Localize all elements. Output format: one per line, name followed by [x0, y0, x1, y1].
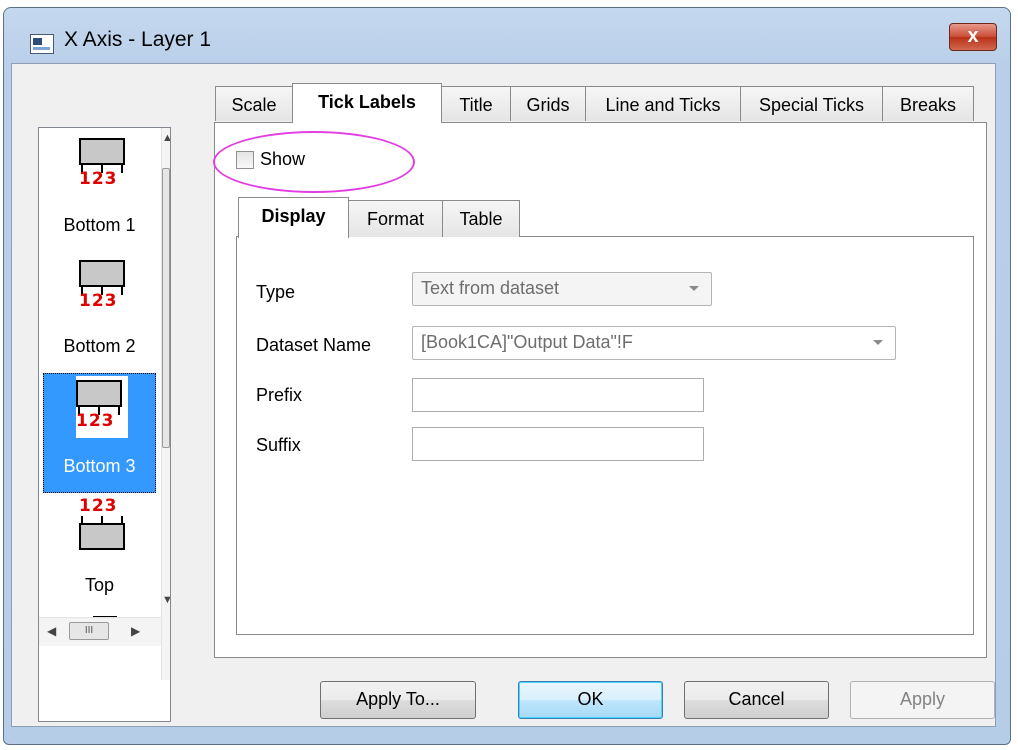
type-label: Type: [256, 282, 296, 302]
tab-title[interactable]: Title: [441, 86, 511, 121]
tab-line-and-ticks[interactable]: Line and Ticks: [585, 86, 741, 121]
dataset-name-label: Dataset Name: [256, 335, 372, 355]
axis-bottom-icon: 123: [79, 134, 131, 196]
window-title: X Axis - Layer 1: [64, 28, 212, 51]
cancel-button[interactable]: Cancel: [684, 681, 829, 719]
tab-special-ticks[interactable]: Special Ticks: [740, 86, 883, 121]
close-button[interactable]: x: [949, 23, 997, 51]
suffix-label: Suffix: [256, 435, 301, 455]
tab-grids[interactable]: Grids: [510, 86, 586, 121]
apply-to-button[interactable]: Apply To...: [320, 681, 476, 719]
tick-numbers: 123: [79, 169, 118, 189]
scroll-down-icon[interactable]: ▼: [162, 594, 170, 610]
type-value: Text from dataset: [421, 278, 560, 298]
subtab-table[interactable]: Table: [442, 200, 520, 237]
list-item-label: Bottom 2: [63, 336, 136, 356]
app-icon: [30, 34, 54, 54]
tick-numbers: 123: [79, 291, 118, 311]
axis-list[interactable]: 123 Bottom 1 123 Bottom 2 123 Bottom 3 1…: [38, 127, 171, 722]
prefix-label: Prefix: [256, 385, 303, 405]
horizontal-scroll-thumb[interactable]: III: [69, 622, 109, 640]
chevron-down-icon: [689, 286, 699, 291]
tab-scale[interactable]: Scale: [215, 86, 293, 121]
suffix-input[interactable]: [412, 427, 704, 461]
tick-numbers: 123: [79, 496, 118, 516]
list-item-label: Bottom 3: [63, 456, 136, 476]
show-checkbox-row[interactable]: Show: [236, 149, 305, 170]
prefix-input[interactable]: [412, 378, 704, 412]
list-item-label: Bottom 1: [63, 215, 136, 235]
subtab-format[interactable]: Format: [348, 200, 443, 237]
list-item-bottom-3[interactable]: 123 Bottom 3: [43, 373, 156, 493]
scroll-up-icon[interactable]: ▲: [162, 132, 170, 148]
axis-top-icon: 123: [79, 496, 131, 558]
subtab-display[interactable]: Display: [238, 197, 349, 238]
tab-breaks[interactable]: Breaks: [882, 86, 974, 121]
axis-bottom-icon: 123: [79, 256, 131, 318]
list-item-bottom-2[interactable]: 123 Bottom 2: [43, 248, 156, 368]
type-dropdown[interactable]: Text from dataset: [412, 272, 712, 306]
vertical-scrollbar[interactable]: ▲ ▼: [161, 128, 170, 680]
tab-tick-labels[interactable]: Tick Labels: [292, 83, 442, 123]
dataset-name-dropdown[interactable]: [Book1CA]"Output Data"!F: [412, 326, 896, 360]
list-item-top[interactable]: 123 Top: [43, 494, 156, 614]
show-label: Show: [260, 149, 306, 169]
tick-numbers: 123: [76, 411, 115, 431]
apply-button[interactable]: Apply: [850, 681, 995, 719]
list-item-label: Top: [84, 575, 115, 595]
dataset-name-value: [Book1CA]"Output Data"!F: [421, 332, 633, 352]
list-item-bottom-1[interactable]: 123 Bottom 1: [43, 128, 156, 248]
scroll-right-icon[interactable]: ▶: [131, 624, 140, 638]
chevron-down-icon: [873, 340, 883, 345]
show-checkbox[interactable]: [236, 150, 254, 169]
horizontal-scrollbar[interactable]: ◀ III ▶: [39, 617, 161, 646]
scroll-left-icon[interactable]: ◀: [47, 624, 56, 638]
vertical-scroll-thumb[interactable]: [162, 168, 170, 448]
axis-bottom-icon: 123: [76, 376, 128, 438]
ok-button[interactable]: OK: [518, 681, 663, 719]
